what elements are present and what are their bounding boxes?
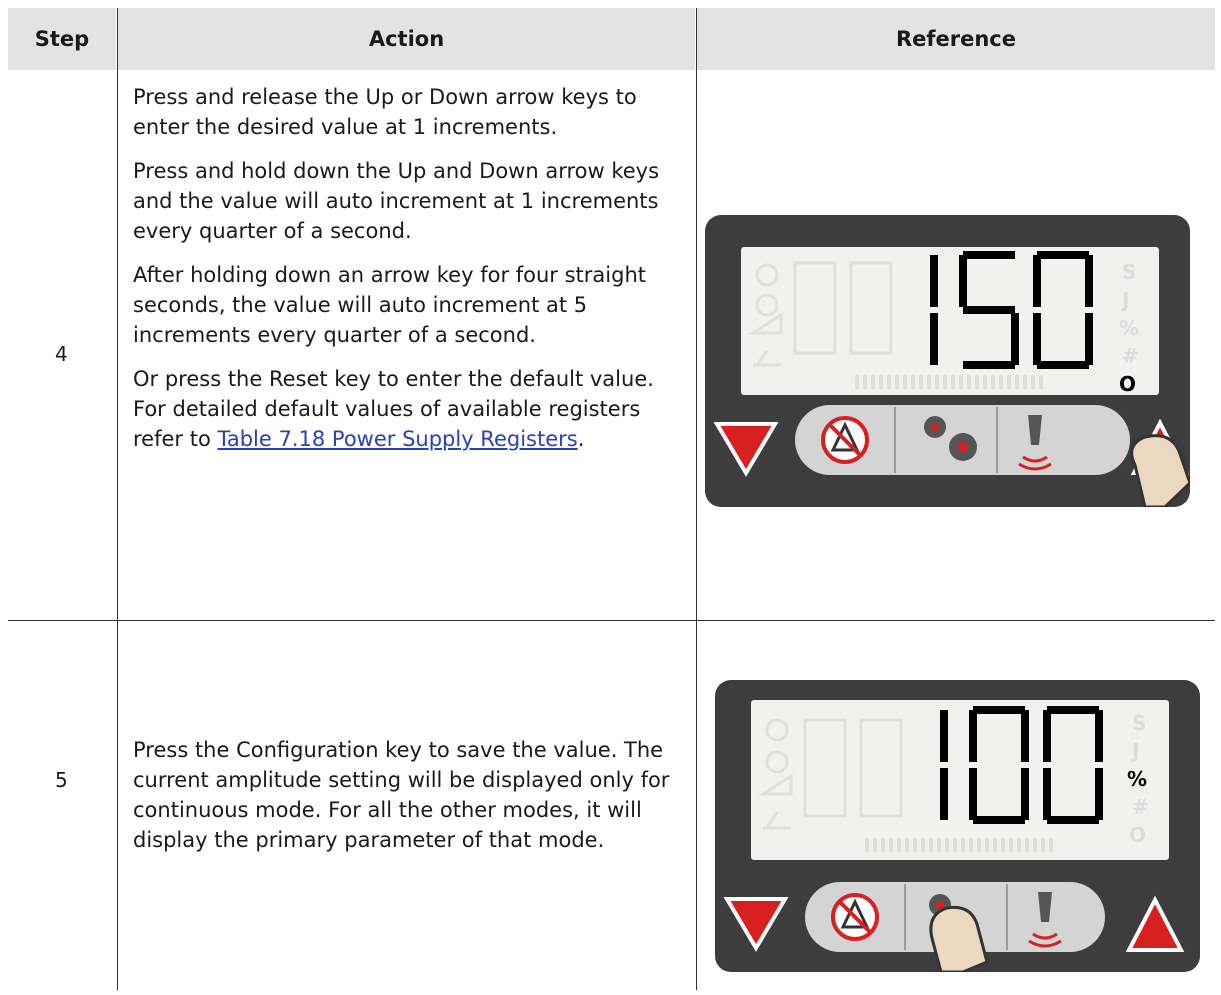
svg-text:O: O [1129, 823, 1146, 847]
control-panel-display-saved: SJ # O % [715, 680, 1200, 972]
alarm-mute-icon[interactable] [821, 416, 869, 464]
alarm-mute-icon[interactable] [831, 893, 879, 941]
svg-text:J: J [1130, 739, 1139, 763]
svg-text:S: S [1122, 260, 1136, 284]
registers-table-link[interactable]: Table 7.18 Power Supply Registers [217, 427, 577, 451]
action-text: . [577, 427, 585, 451]
control-panel-display: SJ% # O [705, 215, 1190, 507]
step-number-5: 5 [55, 768, 68, 792]
unit-symbol-active: O [1119, 372, 1136, 396]
svg-text:%: % [1119, 316, 1139, 340]
header-reference: Reference [697, 8, 1215, 70]
action-paragraph: After holding down an arrow key for four… [133, 263, 647, 347]
action-paragraph: Press the Configuration key to save the … [133, 738, 670, 852]
lcd-screen [741, 247, 1159, 395]
column-divider-step [117, 8, 118, 990]
action-text-4: Press and release the Up or Down arrow k… [133, 82, 689, 468]
row-divider [8, 620, 1215, 621]
header-reference-label: Reference [895, 27, 1017, 51]
header-step-label: Step [34, 27, 90, 51]
step-number-4: 4 [55, 342, 68, 366]
svg-text:#: # [1132, 795, 1149, 819]
header-action: Action [118, 8, 695, 70]
svg-text:#: # [1122, 344, 1139, 368]
svg-text:J: J [1120, 288, 1129, 312]
column-divider-action [696, 8, 697, 990]
action-paragraph: Press and hold down the Up and Down arro… [133, 159, 660, 243]
svg-text:S: S [1132, 711, 1146, 735]
lcd-screen [751, 700, 1169, 860]
unit-symbol-active: % [1127, 767, 1147, 791]
action-text-5: Press the Configuration key to save the … [133, 735, 689, 869]
header-step: Step [8, 8, 116, 70]
header-action-label: Action [368, 27, 445, 51]
action-paragraph: Or press the Reset key to enter the defa… [133, 364, 689, 454]
action-paragraph: Press and release the Up or Down arrow k… [133, 85, 637, 139]
